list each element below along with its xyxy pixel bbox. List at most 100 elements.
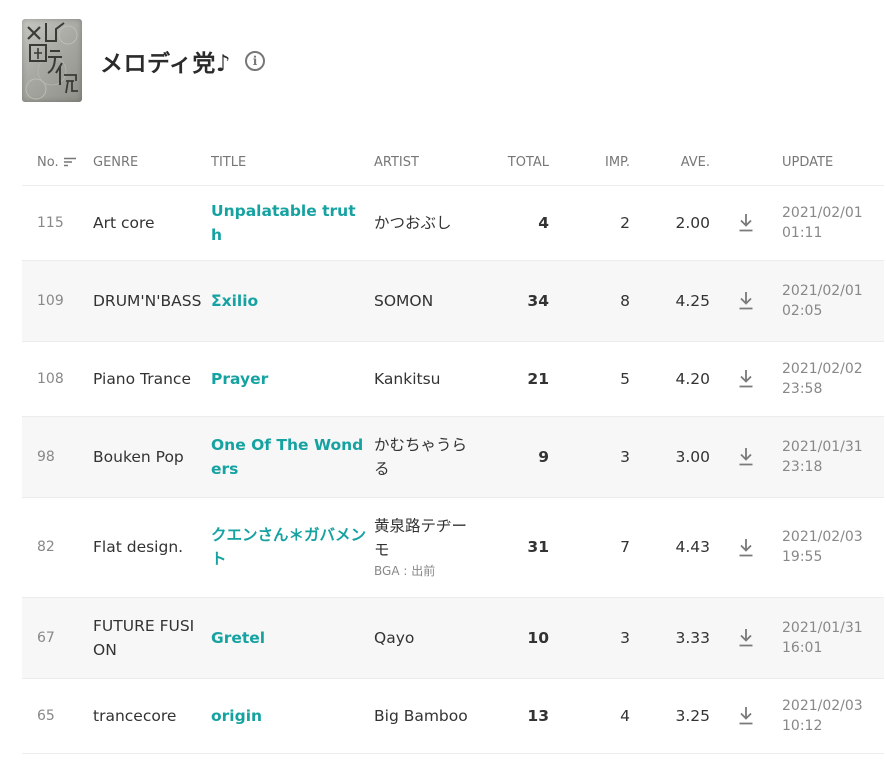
entry-total: 9 xyxy=(478,416,549,498)
download-icon[interactable] xyxy=(738,369,754,388)
entry-genre: Piano Trance xyxy=(93,341,211,417)
table-row: 98 Bouken Pop One Of The Wonders かむちゃうらる… xyxy=(22,416,884,498)
download-cell xyxy=(710,341,782,417)
entry-imp: 8 xyxy=(549,260,630,342)
entry-imp: 3 xyxy=(549,597,630,679)
team-logo xyxy=(22,19,82,102)
column-header-no-label: No. xyxy=(37,154,59,170)
entry-title-link[interactable]: クエンさん＊ガバメント xyxy=(211,497,374,598)
team-header: メロディ党♪ i xyxy=(22,19,266,102)
column-header-genre[interactable]: GENRE xyxy=(93,140,211,186)
entry-title-link[interactable]: Gretel xyxy=(211,597,374,679)
column-header-update[interactable]: UPDATE xyxy=(782,140,884,186)
column-header-artist[interactable]: ARTIST xyxy=(374,140,478,186)
table-row: 109 DRUM'N'BASS Σxilio SOMON 34 8 4.25 2… xyxy=(22,260,884,342)
entry-title-link[interactable]: Σxilio xyxy=(211,260,374,342)
entry-ave: 4.25 xyxy=(630,260,710,342)
download-cell xyxy=(710,597,782,679)
entry-genre: FUTURE FUSION xyxy=(93,597,211,679)
entry-update: 2021/01/31 16:01 xyxy=(782,597,884,679)
table-row: 65 trancecore origin Big Bamboo 13 4 3.2… xyxy=(22,678,884,754)
entry-update-time: 19:55 xyxy=(782,549,823,565)
entry-ave: 3.25 xyxy=(630,678,710,754)
entry-update: 2021/02/02 23:58 xyxy=(782,341,884,417)
entry-update: 2021/02/01 02:05 xyxy=(782,260,884,342)
download-cell xyxy=(710,416,782,498)
column-header-title[interactable]: TITLE xyxy=(211,140,374,186)
entry-no: 108 xyxy=(22,341,93,417)
column-header-imp[interactable]: IMP. xyxy=(549,140,630,186)
entry-imp: 3 xyxy=(549,416,630,498)
entry-total: 10 xyxy=(478,597,549,679)
entries-table: No. GENRE TITLE ARTIST TOTAL IMP. AVE. U… xyxy=(22,140,884,754)
entry-imp: 7 xyxy=(549,497,630,598)
download-icon[interactable] xyxy=(738,706,754,725)
table-body: 115 Art core Unpalatable truth かつおぶし 4 2… xyxy=(22,185,884,754)
entry-artist: SOMON xyxy=(374,260,478,342)
entry-imp: 4 xyxy=(549,678,630,754)
entry-genre: trancecore xyxy=(93,678,211,754)
entry-imp: 5 xyxy=(549,341,630,417)
download-cell xyxy=(710,185,782,261)
entry-total: 21 xyxy=(478,341,549,417)
table-row: 108 Piano Trance Prayer Kankitsu 21 5 4.… xyxy=(22,341,884,417)
entry-update-date: 2021/02/03 xyxy=(782,529,863,545)
entry-update: 2021/02/01 01:11 xyxy=(782,185,884,261)
entry-genre: DRUM'N'BASS xyxy=(93,260,211,342)
entry-update-date: 2021/02/01 xyxy=(782,204,863,221)
entry-total: 31 xyxy=(478,497,549,598)
table-row: 82 Flat design. クエンさん＊ガバメント 黄泉路テヂーモ BGA :… xyxy=(22,497,884,598)
entry-update-date: 2021/02/02 xyxy=(782,360,863,377)
entry-title-link[interactable]: One Of The Wonders xyxy=(211,416,374,498)
download-icon[interactable] xyxy=(738,628,754,647)
column-header-no[interactable]: No. xyxy=(22,140,93,186)
table-header-row: No. GENRE TITLE ARTIST TOTAL IMP. AVE. U… xyxy=(22,140,884,186)
download-cell xyxy=(710,497,782,598)
entry-update-date: 2021/02/03 xyxy=(782,697,863,714)
entry-update-time: 02:05 xyxy=(782,302,823,319)
entry-title-link[interactable]: origin xyxy=(211,678,374,754)
column-header-total[interactable]: TOTAL xyxy=(478,140,549,186)
entry-total: 4 xyxy=(478,185,549,261)
entry-no: 98 xyxy=(22,416,93,498)
entry-update-date: 2021/02/01 xyxy=(782,282,863,299)
entry-artist: かつおぶし xyxy=(374,185,478,261)
download-cell xyxy=(710,260,782,342)
entry-update-time: 10:12 xyxy=(782,717,823,734)
entry-bga-credit: BGA : 出前 xyxy=(374,564,436,578)
download-icon[interactable] xyxy=(738,213,754,232)
entry-title-link[interactable]: Prayer xyxy=(211,341,374,417)
entry-total: 13 xyxy=(478,678,549,754)
entry-artist-name: 黄泉路テヂーモ xyxy=(374,517,468,559)
download-icon[interactable] xyxy=(738,447,754,466)
table-row: 115 Art core Unpalatable truth かつおぶし 4 2… xyxy=(22,185,884,261)
column-header-download xyxy=(710,140,782,186)
entry-title-link[interactable]: Unpalatable truth xyxy=(211,185,374,261)
entry-ave: 4.20 xyxy=(630,341,710,417)
download-icon[interactable] xyxy=(738,291,754,310)
entry-no: 82 xyxy=(22,497,93,598)
entry-update-date: 2021/01/31 xyxy=(782,619,863,636)
entry-no: 65 xyxy=(22,678,93,754)
entry-update: 2021/02/03 19:55 xyxy=(782,497,884,598)
entry-update-date: 2021/01/31 xyxy=(782,438,863,455)
entry-artist: 黄泉路テヂーモ BGA : 出前 xyxy=(374,497,478,598)
entry-update-time: 23:58 xyxy=(782,380,823,397)
entry-ave: 3.00 xyxy=(630,416,710,498)
download-icon[interactable] xyxy=(738,538,754,557)
sort-icon[interactable] xyxy=(63,157,77,167)
team-name: メロディ党♪ xyxy=(100,50,232,77)
entry-genre: Flat design. xyxy=(93,497,211,598)
column-header-ave[interactable]: AVE. xyxy=(630,140,710,186)
download-cell xyxy=(710,678,782,754)
entry-update: 2021/01/31 23:18 xyxy=(782,416,884,498)
entry-update: 2021/02/03 10:12 xyxy=(782,678,884,754)
entry-artist: Big Bamboo xyxy=(374,678,478,754)
table-row: 67 FUTURE FUSION Gretel Qayo 10 3 3.33 2… xyxy=(22,597,884,679)
entry-artist: Kankitsu xyxy=(374,341,478,417)
entry-genre: Art core xyxy=(93,185,211,261)
info-icon[interactable]: i xyxy=(245,50,266,71)
entry-ave: 3.33 xyxy=(630,597,710,679)
entry-ave: 2.00 xyxy=(630,185,710,261)
entry-total: 34 xyxy=(478,260,549,342)
